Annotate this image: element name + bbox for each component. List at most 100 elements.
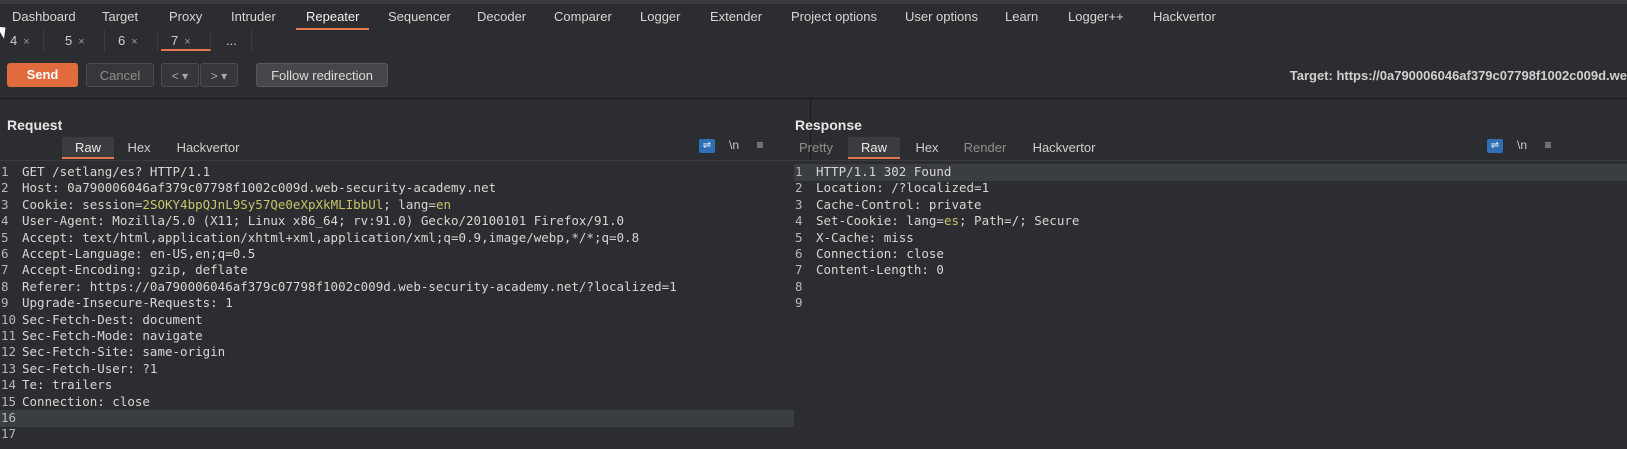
- newline-toggle-icon[interactable]: \n: [724, 137, 744, 153]
- request-line: 3 Cookie: session=2SOKY4bpQJnL9Sy57Qe0eXp…: [0, 197, 810, 214]
- chevron-down-icon[interactable]: ▾: [221, 69, 227, 83]
- menu-hackvertor[interactable]: Hackvertor: [1143, 4, 1226, 30]
- request-line-text: Accept-Encoding: gzip, deflate: [22, 262, 248, 278]
- request-line: 10 Sec-Fetch-Dest: document: [0, 312, 810, 329]
- request-line-text: GET /setlang/es? HTTP/1.1: [22, 164, 211, 179]
- line-number: 5: [1, 229, 9, 245]
- request-line-text: Te: trailers: [22, 377, 113, 393]
- menu-logger-plus-plus[interactable]: Logger++: [1058, 4, 1134, 30]
- line-number: 8: [1, 278, 9, 294]
- line-number: 11: [1, 328, 17, 343]
- response-line: 2 Location: /?localized=1: [794, 180, 1627, 197]
- menu-extender[interactable]: Extender: [700, 4, 772, 30]
- tab-label: ...: [226, 33, 237, 48]
- close-icon[interactable]: ×: [23, 36, 29, 48]
- response-line-text: X-Cache: miss: [816, 229, 914, 245]
- back-button[interactable]: < ▾: [161, 63, 199, 87]
- request-line: 15 Connection: close: [0, 394, 810, 411]
- line-number: 2: [1, 180, 9, 196]
- request-line: 11 Sec-Fetch-Mode: navigate: [0, 328, 810, 345]
- request-line: 6 Accept-Language: en-US,en;q=0.5: [0, 246, 810, 263]
- repeater-toolbar: Send Cancel < ▾ > ▾ Follow redirection T…: [0, 52, 1627, 99]
- response-tab-pretty[interactable]: Pretty: [792, 137, 840, 159]
- tab-label: 5: [65, 33, 73, 48]
- repeater-tab-6[interactable]: 6 ×: [108, 30, 158, 52]
- word-wrap-icon[interactable]: ⇌: [1487, 139, 1503, 153]
- request-line-text: Host: 0a790006046af379c07798f1002c009d.w…: [22, 180, 497, 196]
- tab-label: 6: [118, 33, 126, 48]
- request-tab-hex[interactable]: Hex: [118, 137, 160, 159]
- response-line: 8: [794, 279, 1627, 296]
- request-line-text: User-Agent: Mozilla/5.0 (X11; Linux x86_…: [22, 213, 625, 229]
- response-line: 7 Content-Length: 0: [794, 262, 1627, 279]
- request-line-text: Connection: close: [22, 393, 150, 409]
- line-number: 10: [1, 311, 17, 327]
- back-arrow-icon: <: [171, 69, 179, 83]
- request-line-text: Accept-Language: en-US,en;q=0.5: [22, 246, 256, 261]
- menu-dashboard[interactable]: Dashboard: [2, 4, 86, 30]
- request-line: 7 Accept-Encoding: gzip, deflate: [0, 262, 810, 279]
- request-line: 1 GET /setlang/es? HTTP/1.1: [0, 164, 810, 181]
- newline-toggle-icon[interactable]: \n: [1512, 137, 1532, 153]
- line-number: 7: [1, 262, 9, 278]
- follow-redirection-button[interactable]: Follow redirection: [256, 63, 388, 87]
- response-editor[interactable]: 1 HTTP/1.1 302 Found 2 Location: /?localize…: [794, 160, 1627, 449]
- line-number: 1: [1, 164, 9, 179]
- chevron-down-icon[interactable]: ▾: [182, 69, 188, 83]
- send-button[interactable]: Send: [7, 63, 78, 87]
- request-line-text: Accept: text/html,application/xhtml+xml,…: [22, 229, 640, 245]
- menu-target[interactable]: Target: [92, 4, 148, 30]
- request-line: 2 Host: 0a790006046af379c07798f1002c009d.…: [0, 180, 810, 197]
- request-line-text: Upgrade-Insecure-Requests: 1: [22, 295, 233, 311]
- main-menu-bar: Dashboard Target Proxy Intruder Repeater…: [0, 0, 1627, 31]
- word-wrap-icon[interactable]: ⇌: [699, 139, 715, 153]
- response-line-text: Cache-Control: private: [816, 196, 982, 212]
- menu-project-options[interactable]: Project options: [781, 4, 887, 30]
- repeater-tab-more[interactable]: ...: [216, 30, 252, 52]
- repeater-tab-7[interactable]: 7 ×: [161, 30, 211, 51]
- request-line: 9 Upgrade-Insecure-Requests: 1: [0, 295, 810, 312]
- request-line: 5 Accept: text/html,application/xhtml+xml…: [0, 230, 810, 247]
- menu-icon[interactable]: ≡: [1540, 137, 1556, 153]
- response-tab-render[interactable]: Render: [958, 137, 1012, 159]
- menu-intruder[interactable]: Intruder: [221, 4, 286, 30]
- menu-learn[interactable]: Learn: [995, 4, 1048, 30]
- menu-proxy[interactable]: Proxy: [159, 4, 212, 30]
- response-tab-hex[interactable]: Hex: [906, 137, 948, 159]
- request-title: Request: [7, 117, 63, 133]
- response-line: 4 Set-Cookie: lang=es; Path=/; Secure: [794, 213, 1627, 230]
- response-line: 5 X-Cache: miss: [794, 230, 1627, 247]
- line-number: 14: [1, 377, 17, 393]
- menu-decoder[interactable]: Decoder: [467, 4, 536, 30]
- response-line: 3 Cache-Control: private: [794, 197, 1627, 214]
- cancel-button[interactable]: Cancel: [86, 63, 154, 87]
- menu-sequencer[interactable]: Sequencer: [378, 4, 461, 30]
- close-icon[interactable]: ×: [184, 36, 190, 48]
- repeater-tab-5[interactable]: 5 ×: [55, 30, 105, 52]
- response-tab-hackvertor[interactable]: Hackvertor: [1024, 137, 1104, 159]
- request-line: 14 Te: trailers: [0, 377, 810, 394]
- menu-repeater[interactable]: Repeater: [296, 4, 370, 30]
- response-line: 9: [794, 295, 1627, 312]
- forward-button[interactable]: > ▾: [200, 63, 238, 87]
- menu-logger[interactable]: Logger: [630, 4, 690, 30]
- line-number: 17: [1, 426, 17, 442]
- line-number: 8: [795, 278, 803, 294]
- request-tab-hackvertor[interactable]: Hackvertor: [168, 137, 248, 159]
- menu-user-options[interactable]: User options: [895, 4, 988, 30]
- line-number: 4: [1, 213, 9, 229]
- menu-icon[interactable]: ≡: [752, 137, 768, 153]
- response-line: 6 Connection: close: [794, 246, 1627, 263]
- close-icon[interactable]: ×: [131, 36, 137, 48]
- menu-comparer[interactable]: Comparer: [544, 4, 622, 30]
- response-line: 1 HTTP/1.1 302 Found: [794, 164, 1627, 181]
- forward-arrow-icon: >: [210, 69, 218, 83]
- line-number: 6: [1, 246, 9, 261]
- line-number: 1: [795, 164, 803, 179]
- request-tab-raw[interactable]: Raw: [62, 137, 114, 159]
- close-icon[interactable]: ×: [78, 36, 84, 48]
- response-tab-raw[interactable]: Raw: [848, 137, 900, 159]
- request-editor[interactable]: 1 GET /setlang/es? HTTP/1.1 2 Host: 0a79000…: [0, 160, 810, 449]
- line-number: 9: [1, 295, 9, 311]
- target-url[interactable]: Target: https://0a790006046af379c07798f1…: [1290, 68, 1627, 83]
